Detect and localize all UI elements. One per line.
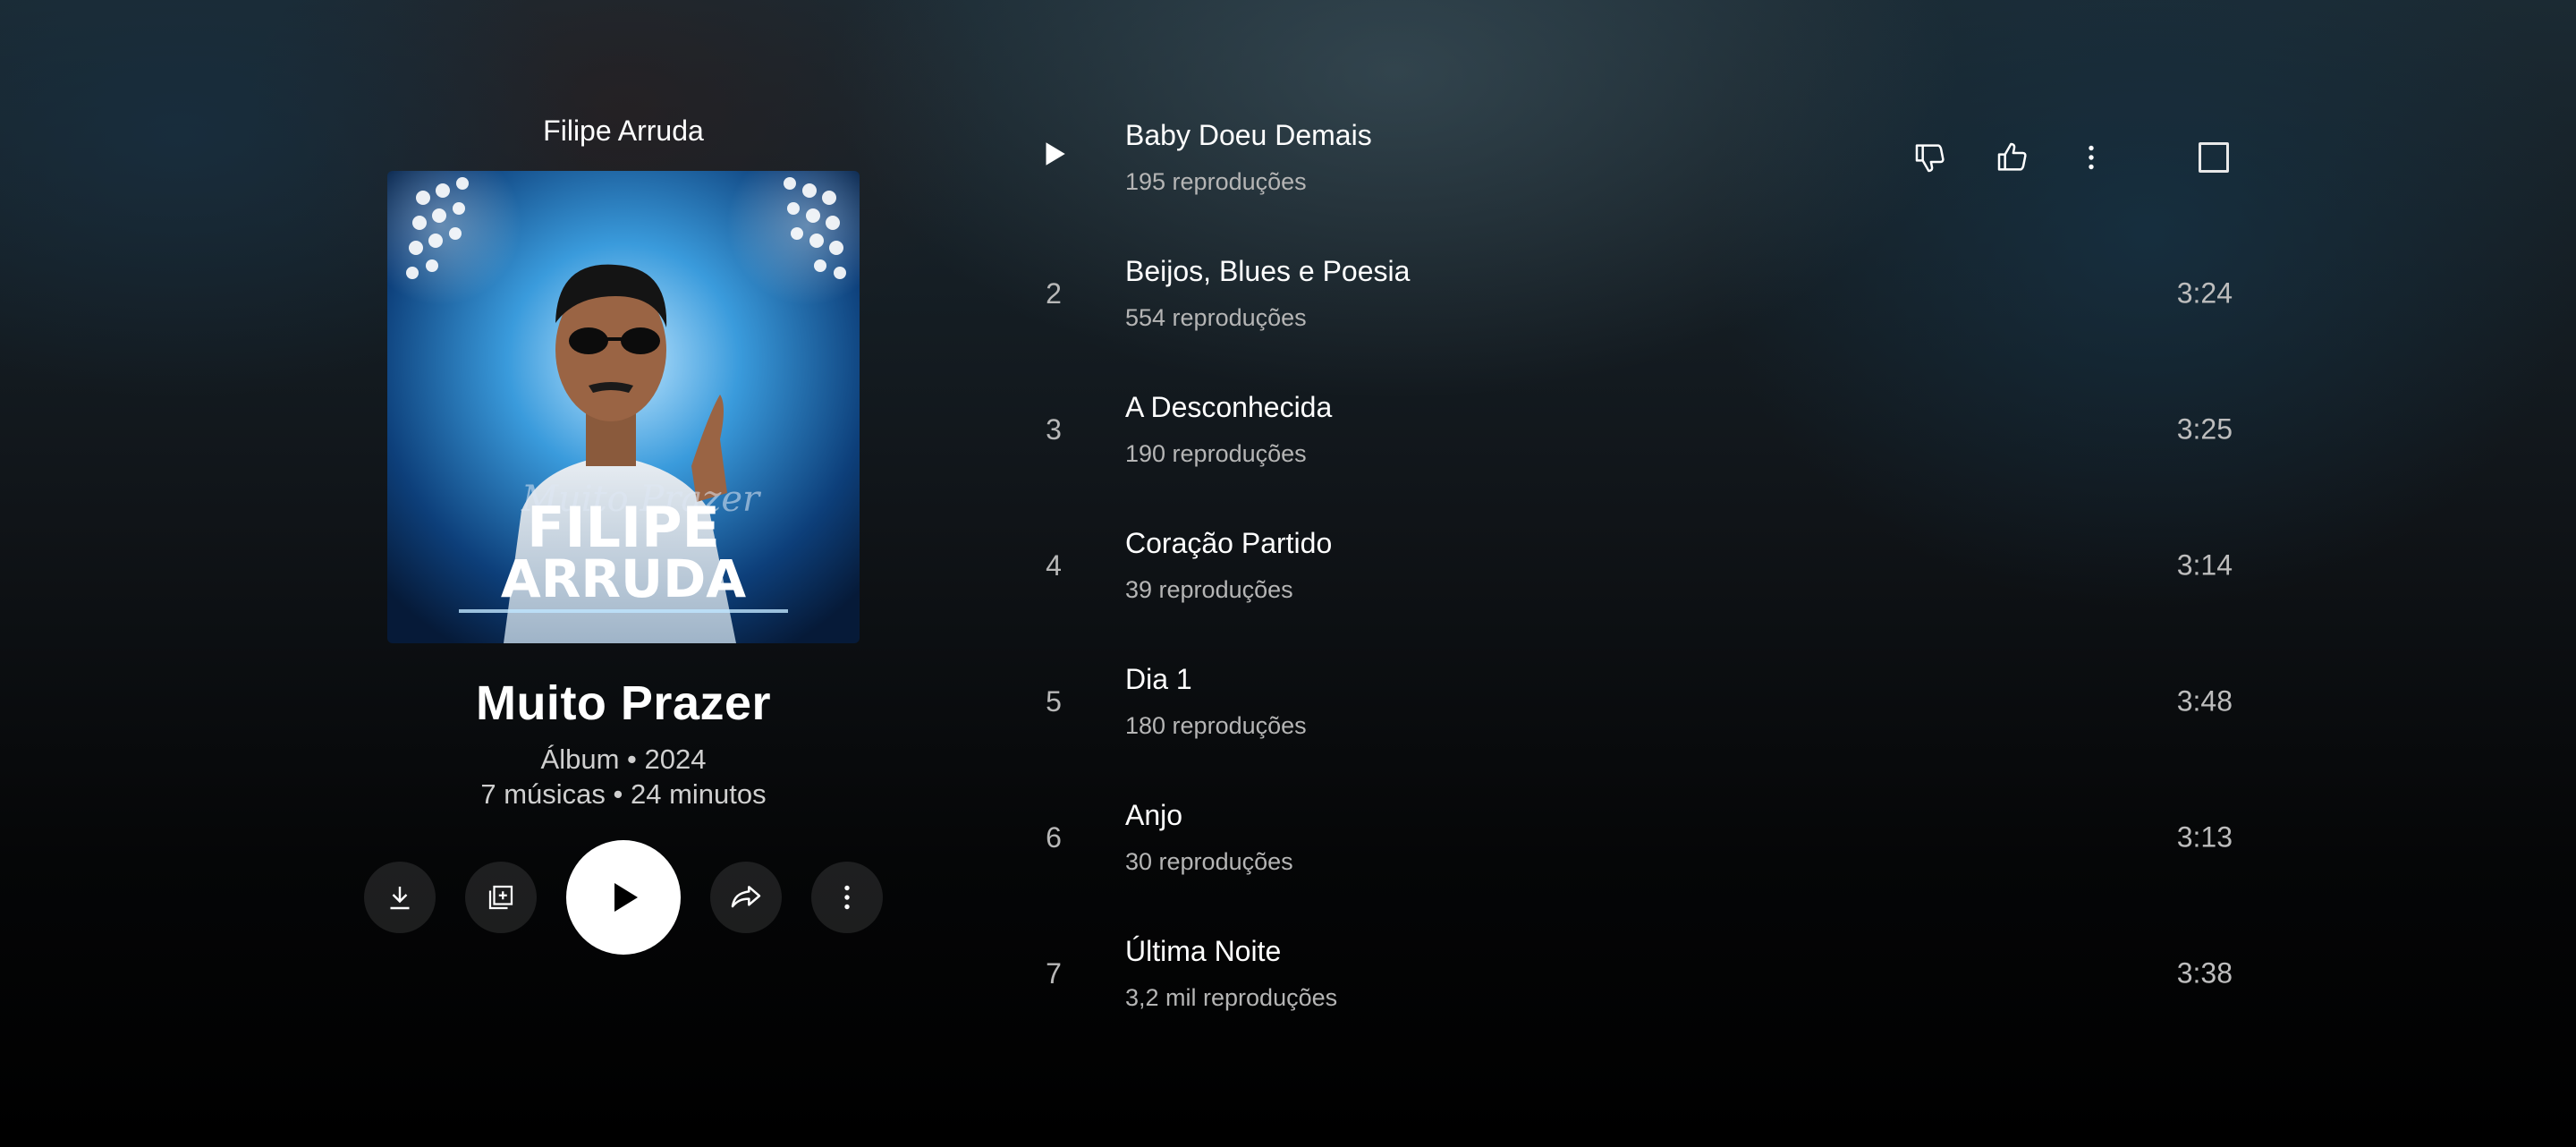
track-info: Baby Doeu Demais 195 reproduções (1125, 119, 1372, 196)
album-meta: Álbum • 2024 7 músicas • 24 minutos (480, 742, 766, 811)
track-number: 6 (1046, 820, 1062, 854)
share-button[interactable] (710, 862, 782, 933)
artist-name-link[interactable]: Filipe Arruda (543, 115, 704, 148)
track-title: Baby Doeu Demais (1125, 119, 1372, 151)
album-more-button[interactable] (811, 862, 883, 933)
track-row[interactable]: 6 Anjo 30 reproduções 3:13 (1020, 769, 2254, 905)
share-icon (731, 886, 761, 908)
album-type-year: Álbum • 2024 (540, 743, 707, 775)
checkbox-icon[interactable] (2199, 142, 2229, 173)
track-duration: 3:38 (2176, 956, 2233, 990)
track-row[interactable]: 2 Beijos, Blues e Poesia 554 reproduções… (1020, 225, 2254, 361)
album-header: Filipe Arruda Muito Prazer FILIPE ARRUDA… (358, 98, 889, 955)
track-more-button[interactable] (2064, 131, 2118, 184)
track-number: 5 (1046, 684, 1062, 718)
track-plays: 3,2 mil reproduções (1125, 984, 1338, 1011)
track-duration: 3:48 (2176, 684, 2233, 718)
svg-text:ARRUDA: ARRUDA (501, 548, 746, 609)
dislike-button[interactable] (1903, 131, 1957, 184)
track-row[interactable]: Baby Doeu Demais 195 reproduções (1020, 89, 2254, 225)
track-duration: 3:14 (2176, 548, 2233, 582)
download-button[interactable] (364, 862, 436, 933)
track-row[interactable]: 4 Coração Partido 39 reproduções 3:14 (1020, 497, 2254, 633)
track-row[interactable]: 7 Última Noite 3,2 mil reproduções 3:38 (1020, 905, 2254, 1041)
track-plays: 195 reproduções (1125, 168, 1307, 195)
track-list: Baby Doeu Demais 195 reproduções 2 Beijo… (1020, 89, 2254, 1041)
track-info: A Desconhecida 190 reproduções (1125, 391, 1332, 468)
track-title: A Desconhecida (1125, 391, 1333, 423)
track-plays: 554 reproduções (1125, 304, 1307, 331)
album-cover: Muito Prazer FILIPE ARRUDA (387, 171, 860, 643)
track-title: Última Noite (1125, 935, 1282, 967)
track-plays: 190 reproduções (1125, 440, 1307, 467)
track-row[interactable]: 3 A Desconhecida 190 reproduções 3:25 (1020, 361, 2254, 497)
track-duration: 3:25 (2176, 412, 2233, 446)
track-title: Beijos, Blues e Poesia (1125, 255, 1411, 287)
play-icon (614, 883, 638, 912)
track-title: Anjo (1125, 799, 1183, 831)
track-info: Última Noite 3,2 mil reproduções (1125, 935, 1337, 1012)
more-vert-icon (2089, 145, 2094, 170)
track-play-button[interactable] (1020, 139, 1088, 176)
album-track-count-duration: 7 músicas • 24 minutos (480, 778, 767, 810)
track-row[interactable]: 5 Dia 1 180 reproduções 3:48 (1020, 633, 2254, 769)
track-title: Dia 1 (1125, 663, 1192, 695)
thumbs-up-icon (1997, 142, 2027, 171)
track-title: Coração Partido (1125, 527, 1333, 559)
library-add-icon (488, 885, 513, 910)
track-duration: 3:13 (2176, 820, 2233, 854)
track-duration: 3:24 (2176, 276, 2233, 310)
track-number: 4 (1046, 548, 1062, 582)
save-to-library-button[interactable] (465, 862, 537, 933)
album-title: Muito Prazer (475, 676, 772, 730)
track-number: 3 (1046, 412, 1062, 446)
more-vert-icon (844, 885, 850, 910)
track-info: Anjo 30 reproduções (1125, 799, 1293, 876)
track-plays: 180 reproduções (1125, 712, 1307, 739)
download-icon (390, 887, 410, 910)
track-number: 2 (1046, 276, 1062, 310)
track-plays: 30 reproduções (1125, 848, 1293, 875)
play-icon (1046, 142, 1065, 166)
track-info: Coração Partido 39 reproduções (1125, 527, 1332, 604)
like-button[interactable] (1986, 131, 2039, 184)
album-actions (364, 840, 883, 955)
track-hover-actions (1903, 131, 2254, 184)
play-album-button[interactable] (566, 840, 681, 955)
track-info: Dia 1 180 reproduções (1125, 663, 1307, 740)
track-plays: 39 reproduções (1125, 576, 1293, 603)
track-number: 7 (1046, 956, 1062, 990)
thumbs-down-icon (1915, 144, 1945, 173)
track-info: Beijos, Blues e Poesia 554 reproduções (1125, 255, 1410, 332)
